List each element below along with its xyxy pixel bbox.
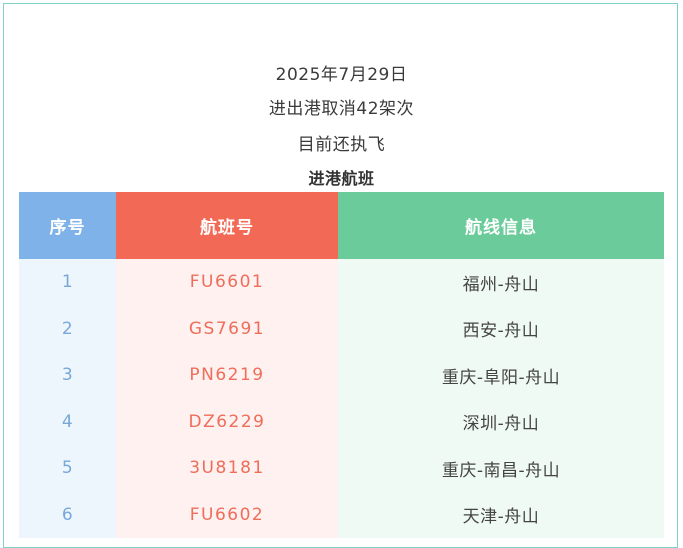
route-cell: 福州-舟山 [338, 259, 664, 306]
table-row: 6 FU6602 天津-舟山 [19, 491, 664, 538]
route-cell: 重庆-南昌-舟山 [338, 445, 664, 492]
seq-cell: 5 [19, 445, 116, 492]
route-cell: 西安-舟山 [338, 305, 664, 352]
route-cell: 天津-舟山 [338, 491, 664, 538]
column-header-seq: 序号 [19, 192, 116, 259]
table-body: 1 FU6601 福州-舟山 2 GS7691 西安-舟山 3 PN6219 重… [19, 259, 664, 538]
date-text: 2025年7月29日 [275, 65, 408, 85]
route-cell: 深圳-舟山 [338, 398, 664, 445]
flight-cell: PN6219 [116, 352, 338, 399]
flight-cell: FU6601 [116, 259, 338, 306]
cancel-count-text: 进出港取消42架次 [268, 99, 415, 119]
seq-cell: 3 [19, 352, 116, 399]
table-header-row: 序号 航班号 航线信息 [19, 192, 664, 259]
table-row: 3 PN6219 重庆-阜阳-舟山 [19, 352, 664, 399]
table-row: 1 FU6601 福州-舟山 [19, 259, 664, 306]
flight-cell: DZ6229 [116, 398, 338, 445]
seq-cell: 1 [19, 259, 116, 306]
seq-cell: 4 [19, 398, 116, 445]
seq-cell: 6 [19, 491, 116, 538]
column-header-route: 航线信息 [338, 192, 664, 259]
seq-cell: 2 [19, 305, 116, 352]
arrival-flights-table: 序号 航班号 航线信息 1 FU6601 福州-舟山 2 GS7691 西安-舟… [19, 192, 664, 538]
section-title: 进港航班 [308, 169, 375, 188]
flight-cell: GS7691 [116, 305, 338, 352]
column-header-flight: 航班号 [116, 192, 338, 259]
table-row: 5 3U8181 重庆-南昌-舟山 [19, 445, 664, 492]
flight-cell: 3U8181 [116, 445, 338, 492]
status-text: 目前还执飞 [297, 135, 386, 155]
route-cell: 重庆-阜阳-舟山 [338, 352, 664, 399]
table-row: 4 DZ6229 深圳-舟山 [19, 398, 664, 445]
flight-cell: FU6602 [116, 491, 338, 538]
table-row: 2 GS7691 西安-舟山 [19, 305, 664, 352]
